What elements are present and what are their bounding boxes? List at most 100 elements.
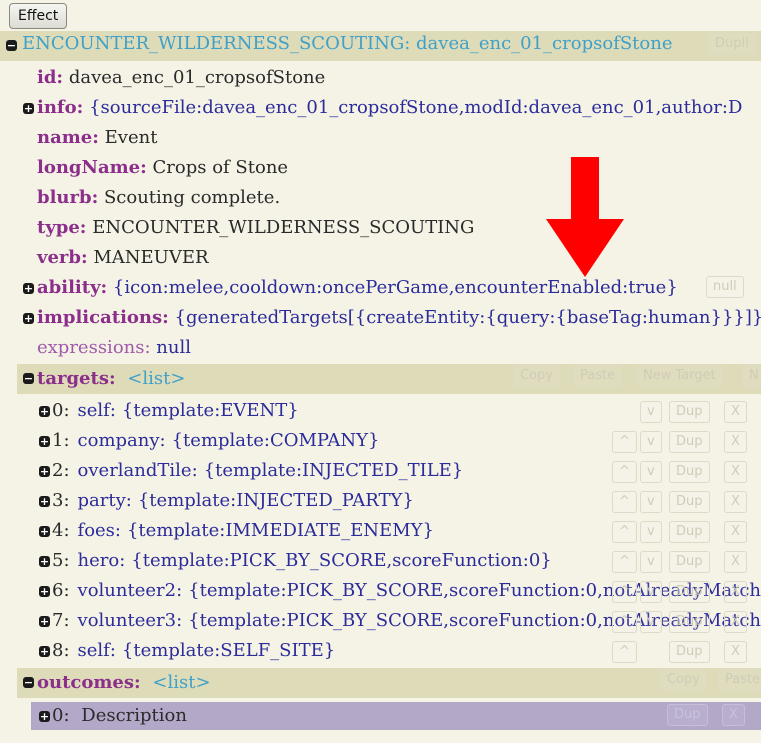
target-row[interactable]: 1: company: {template:COMPANY}	[52, 430, 379, 451]
dup-button[interactable]: Dup	[669, 461, 710, 483]
outcome-item[interactable]: 0: Description	[52, 705, 187, 726]
move-up-button[interactable]: ^	[612, 431, 637, 453]
expand-icon[interactable]: +	[23, 103, 34, 114]
duplicate-button[interactable]: Dupli	[708, 33, 756, 55]
field-value[interactable]: Event	[105, 127, 158, 148]
move-down-button[interactable]: v	[640, 401, 662, 423]
field-value[interactable]: {icon:melee,cooldown:oncePerGame,encount…	[113, 277, 678, 298]
targets-header: targets: <list>	[37, 368, 185, 389]
expand-icon[interactable]: +	[39, 526, 50, 537]
field-key: name:	[37, 127, 99, 148]
paste-button[interactable]: Paste	[573, 365, 623, 387]
move-down-button[interactable]: v	[640, 491, 662, 513]
expand-icon[interactable]: +	[39, 496, 50, 507]
move-up-button[interactable]: ^	[612, 461, 637, 483]
new-target-button[interactable]: New Target	[636, 365, 723, 387]
field-value[interactable]: MANEUVER	[93, 247, 208, 268]
move-up-button[interactable]: ^	[612, 491, 637, 513]
annotation-arrow-head	[546, 219, 624, 277]
move-down-button[interactable]: v	[640, 581, 662, 603]
item-value[interactable]: {template:EVENT}	[122, 400, 299, 421]
remove-button[interactable]: X	[724, 641, 747, 663]
field-value[interactable]: {generatedTargets[{createEntity:{query:{…	[175, 307, 761, 328]
field-key: type:	[37, 217, 87, 238]
field-value[interactable]: Crops of Stone	[153, 157, 289, 178]
section-key: targets:	[37, 368, 116, 389]
move-up-button[interactable]: ^	[612, 521, 637, 543]
item-index: 2:	[52, 460, 70, 481]
move-up-button[interactable]: ^	[612, 551, 637, 573]
dup-button[interactable]: Dup	[669, 491, 710, 513]
remove-button[interactable]: X	[724, 461, 747, 483]
field-value[interactable]: null	[156, 337, 191, 358]
field-key: blurb:	[37, 187, 99, 208]
null-button[interactable]: null	[706, 276, 744, 298]
item-value[interactable]: Description	[81, 705, 187, 726]
expand-icon[interactable]: +	[39, 436, 50, 447]
move-up-button[interactable]: ^	[612, 611, 637, 633]
dup-button[interactable]: Dup	[669, 521, 710, 543]
field-verb: verb: MANEUVER	[37, 247, 209, 268]
item-value[interactable]: {template:PICK_BY_SCORE,scoreFunction:0}	[131, 550, 551, 571]
copy-button[interactable]: Copy	[660, 669, 707, 691]
target-row[interactable]: 2: overlandTile: {template:INJECTED_TILE}	[52, 460, 463, 481]
target-row[interactable]: 0: self: {template:EVENT}	[52, 400, 299, 421]
expand-icon[interactable]: +	[39, 466, 50, 477]
more-button[interactable]: N	[742, 365, 761, 387]
field-value[interactable]: {sourceFile:davea_enc_01_cropsofStone,mo…	[89, 97, 742, 118]
collapse-icon[interactable]: −	[23, 677, 34, 688]
field-key: implications:	[37, 307, 169, 328]
field-value[interactable]: Scouting complete.	[104, 187, 280, 208]
dup-button[interactable]: Dup	[669, 611, 710, 633]
move-up-button[interactable]: ^	[612, 581, 637, 603]
move-up-button[interactable]: ^	[612, 641, 637, 663]
copy-button[interactable]: Copy	[513, 365, 560, 387]
item-index: 4:	[52, 520, 70, 541]
collapse-icon[interactable]: −	[6, 40, 17, 51]
target-row[interactable]: 3: party: {template:INJECTED_PARTY}	[52, 490, 414, 511]
target-row[interactable]: 4: foes: {template:IMMEDIATE_ENEMY}	[52, 520, 434, 541]
expand-icon[interactable]: +	[23, 283, 34, 294]
dup-button[interactable]: Dup	[669, 551, 710, 573]
move-down-button[interactable]: v	[640, 611, 662, 633]
dup-button[interactable]: Dup	[669, 401, 710, 423]
move-down-button[interactable]: v	[640, 461, 662, 483]
move-down-button[interactable]: v	[640, 521, 662, 543]
target-row[interactable]: 8: self: {template:SELF_SITE}	[52, 640, 335, 661]
item-value[interactable]: {template:INJECTED_TILE}	[204, 460, 464, 481]
remove-button[interactable]: X	[724, 491, 747, 513]
move-down-button[interactable]: v	[640, 551, 662, 573]
remove-button[interactable]: X	[724, 581, 747, 603]
item-index: 0:	[52, 705, 70, 726]
field-value[interactable]: davea_enc_01_cropsofStone	[69, 67, 325, 88]
expand-icon[interactable]: +	[39, 616, 50, 627]
remove-button[interactable]: X	[722, 704, 745, 726]
dup-button[interactable]: Dup	[669, 641, 710, 663]
expand-icon[interactable]: +	[23, 313, 34, 324]
remove-button[interactable]: X	[724, 611, 747, 633]
paste-button[interactable]: Paste	[718, 669, 761, 691]
target-row[interactable]: 5: hero: {template:PICK_BY_SCORE,scoreFunc…	[52, 550, 552, 571]
expand-icon[interactable]: +	[39, 586, 50, 597]
remove-button[interactable]: X	[724, 521, 747, 543]
remove-button[interactable]: X	[724, 401, 747, 423]
collapse-icon[interactable]: −	[23, 373, 34, 384]
expand-icon[interactable]: +	[39, 556, 50, 567]
expand-icon[interactable]: +	[39, 646, 50, 657]
item-key: self:	[77, 400, 116, 421]
dup-button[interactable]: Dup	[667, 704, 708, 726]
dup-button[interactable]: Dup	[669, 431, 710, 453]
field-value[interactable]: ENCOUNTER_WILDERNESS_SCOUTING	[92, 217, 474, 238]
remove-button[interactable]: X	[724, 431, 747, 453]
remove-button[interactable]: X	[724, 551, 747, 573]
move-down-button[interactable]: v	[640, 431, 662, 453]
item-value[interactable]: {template:INJECTED_PARTY}	[138, 490, 414, 511]
expand-icon[interactable]: +	[39, 406, 50, 417]
effect-button[interactable]: Effect	[9, 3, 68, 29]
expand-icon[interactable]: +	[39, 711, 50, 722]
item-value[interactable]: {template:COMPANY}	[172, 430, 380, 451]
item-value[interactable]: {template:IMMEDIATE_ENEMY}	[127, 520, 434, 541]
item-value[interactable]: {template:SELF_SITE}	[122, 640, 335, 661]
item-key: overlandTile:	[77, 460, 198, 481]
dup-button[interactable]: Dup	[669, 581, 710, 603]
